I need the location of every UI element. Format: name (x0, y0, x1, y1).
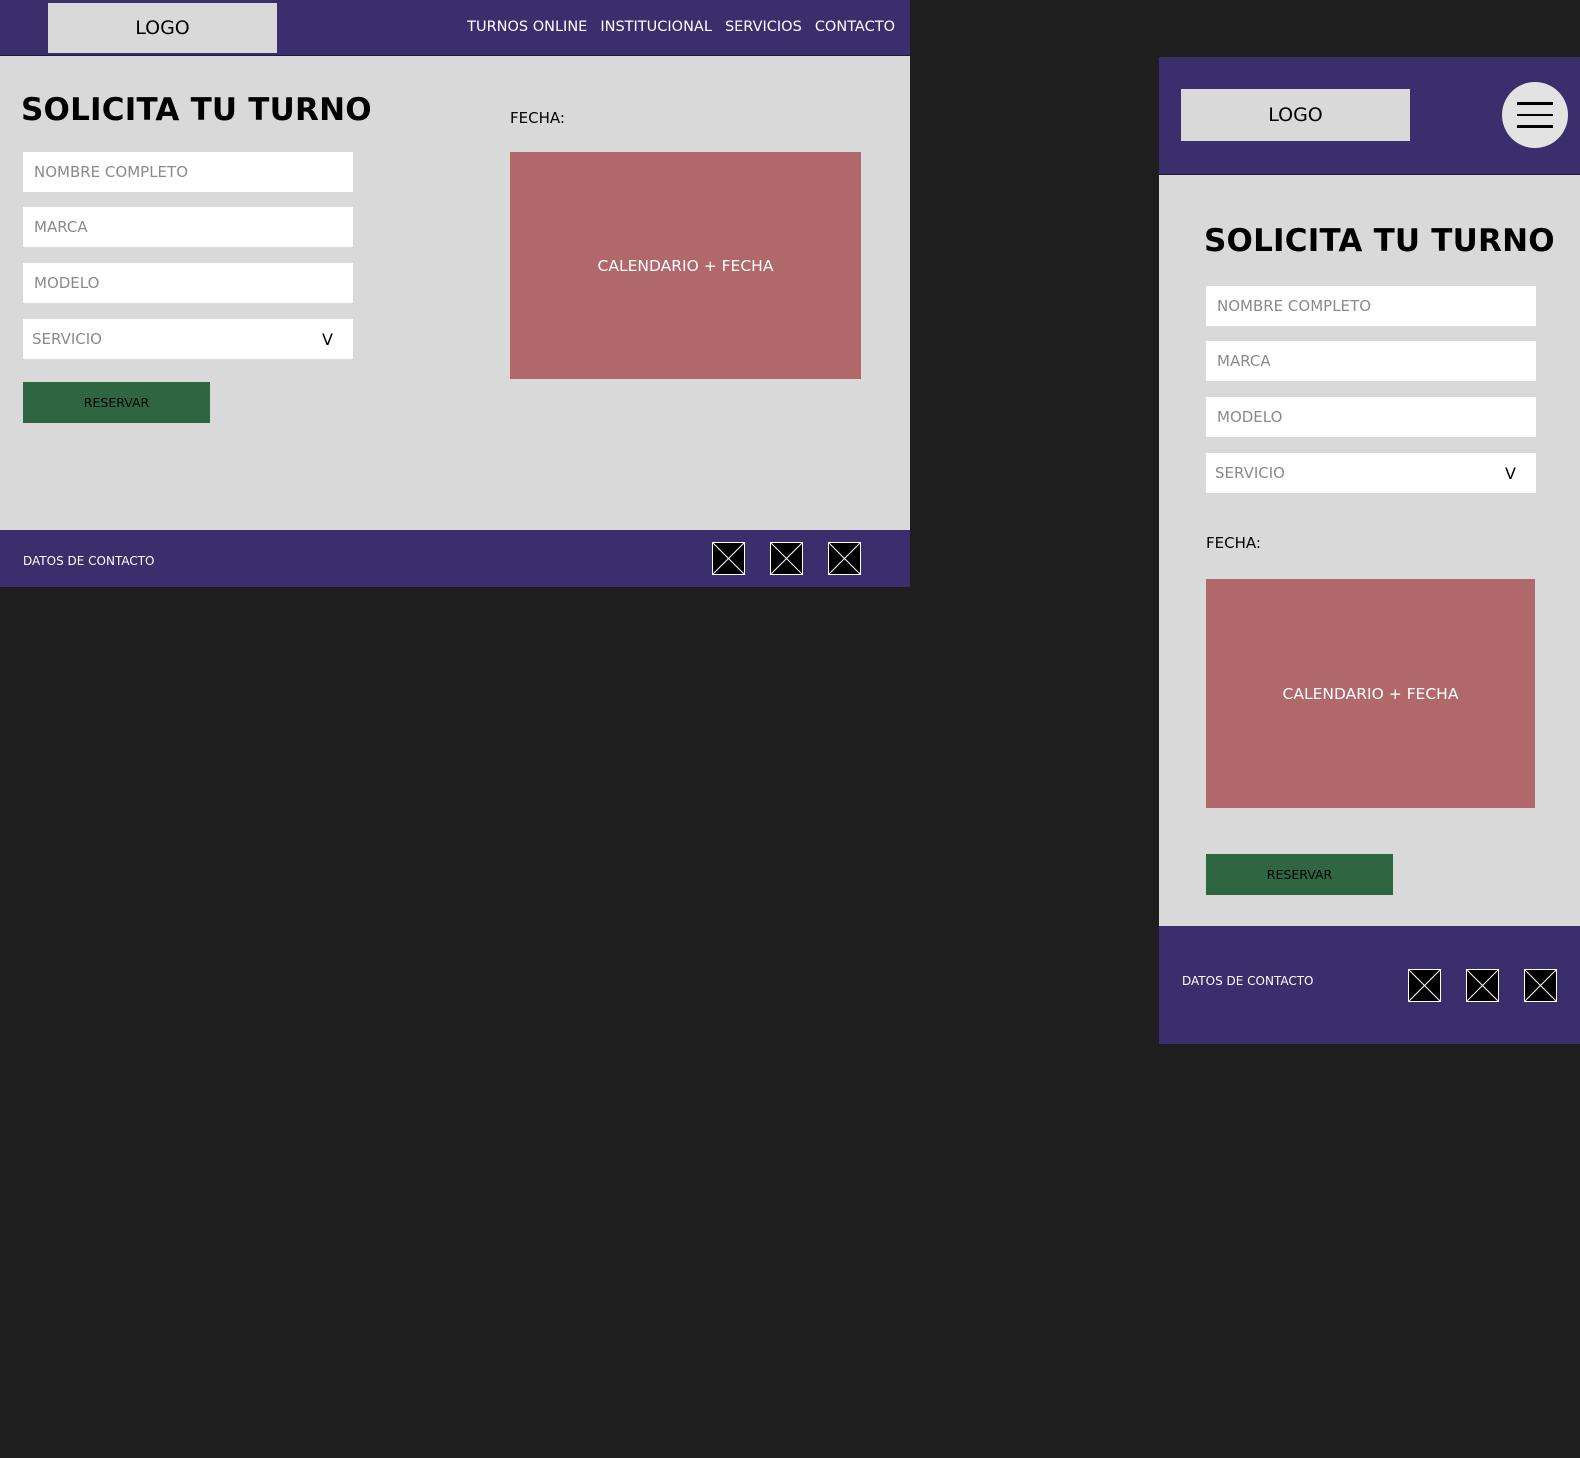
mobile-fecha-label: FECHA: (1206, 534, 1261, 552)
hamburger-line (1517, 125, 1553, 128)
desktop-frame: LOGO TURNOS ONLINE INSTITUCIONAL SERVICI… (0, 0, 910, 587)
hamburger-menu-icon[interactable] (1502, 82, 1568, 148)
mobile-servicio-placeholder: SERVICIO (1215, 464, 1285, 482)
desktop-footer-contact: DATOS DE CONTACTO (23, 554, 155, 568)
image-placeholder-icon[interactable] (1524, 969, 1557, 1002)
desktop-page-title: SOLICITA TU TURNO (21, 92, 372, 128)
mobile-page-title: SOLICITA TU TURNO (1204, 223, 1555, 259)
mobile-frame: LOGO SOLICITA TU TURNO SERVICIO V FECHA:… (1159, 57, 1580, 1044)
mobile-nombre-input[interactable] (1206, 286, 1536, 326)
nav-servicios[interactable]: SERVICIOS (725, 19, 802, 35)
desktop-calendar[interactable]: CALENDARIO + FECHA (510, 152, 861, 379)
desktop-modelo-input[interactable] (23, 263, 353, 303)
hamburger-line (1517, 102, 1553, 105)
desktop-header: LOGO TURNOS ONLINE INSTITUCIONAL SERVICI… (0, 0, 910, 56)
nav-contacto[interactable]: CONTACTO (815, 19, 895, 35)
mobile-footer-contact: DATOS DE CONTACTO (1182, 974, 1314, 988)
desktop-footer: DATOS DE CONTACTO (0, 530, 910, 587)
chevron-down-icon: V (1505, 463, 1516, 483)
desktop-reservar-button[interactable]: RESERVAR (23, 382, 210, 423)
mobile-footer: DATOS DE CONTACTO (1159, 926, 1580, 1044)
image-placeholder-icon[interactable] (1466, 969, 1499, 1002)
image-placeholder-icon[interactable] (770, 542, 803, 575)
desktop-calendar-label: CALENDARIO + FECHA (597, 256, 774, 275)
desktop-logo[interactable]: LOGO (48, 3, 277, 53)
image-placeholder-icon[interactable] (828, 542, 861, 575)
nav-institucional[interactable]: INSTITUCIONAL (600, 19, 712, 35)
mobile-calendar-label: CALENDARIO + FECHA (1282, 684, 1459, 703)
mobile-servicio-select[interactable]: SERVICIO V (1206, 453, 1536, 493)
mobile-logo[interactable]: LOGO (1181, 89, 1410, 141)
mobile-header: LOGO (1159, 57, 1580, 175)
image-placeholder-icon[interactable] (1408, 969, 1441, 1002)
mobile-reservar-button[interactable]: RESERVAR (1206, 854, 1393, 895)
desktop-servicio-select[interactable]: SERVICIO V (23, 319, 353, 359)
mobile-modelo-input[interactable] (1206, 397, 1536, 437)
desktop-marca-input[interactable] (23, 207, 353, 247)
nav-turnos-online[interactable]: TURNOS ONLINE (467, 19, 587, 35)
desktop-nombre-input[interactable] (23, 152, 353, 192)
hamburger-line (1517, 113, 1553, 117)
image-placeholder-icon[interactable] (712, 542, 745, 575)
mobile-marca-input[interactable] (1206, 341, 1536, 381)
desktop-fecha-label: FECHA: (510, 109, 565, 127)
mobile-calendar[interactable]: CALENDARIO + FECHA (1206, 579, 1535, 808)
desktop-servicio-placeholder: SERVICIO (32, 330, 102, 348)
chevron-down-icon: V (322, 329, 333, 349)
desktop-nav: TURNOS ONLINE INSTITUCIONAL SERVICIOS CO… (467, 0, 895, 54)
